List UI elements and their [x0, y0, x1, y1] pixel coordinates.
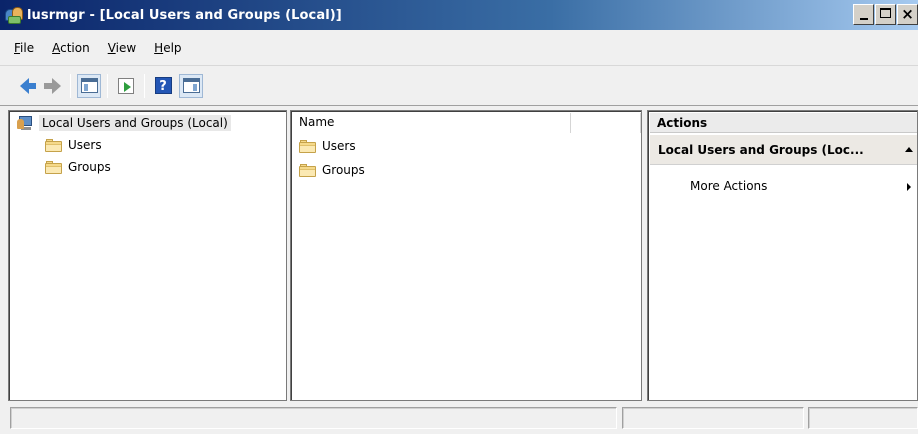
show-hide-console-tree-icon [80, 78, 98, 93]
close-icon: × [901, 5, 914, 23]
forward-arrow-icon [43, 77, 61, 94]
menu-action[interactable]: Action [52, 41, 90, 55]
minimize-button[interactable] [853, 4, 874, 25]
users-groups-app-icon [4, 5, 24, 25]
export-list-icon [118, 77, 134, 94]
forward-button[interactable] [40, 74, 64, 98]
help-button[interactable]: ? [151, 74, 175, 98]
more-actions-item[interactable]: More Actions [690, 179, 767, 193]
status-cell-2 [622, 407, 804, 429]
list-item-label: Users [322, 139, 356, 153]
folder-icon [45, 160, 62, 174]
show-hide-action-pane-icon [182, 78, 200, 93]
close-button[interactable]: × [897, 4, 918, 25]
actions-section-header[interactable]: Local Users and Groups (Loc... [650, 135, 917, 165]
menu-help[interactable]: Help [154, 41, 181, 55]
submenu-arrow-icon [907, 183, 911, 191]
tree-node-label: Users [68, 138, 102, 152]
actions-header: Actions [650, 113, 917, 133]
column-header-empty[interactable] [571, 113, 641, 133]
column-header-name[interactable]: Name [293, 113, 571, 133]
folder-icon [299, 139, 316, 153]
list-item-label: Groups [322, 163, 365, 177]
menu-view[interactable]: View [108, 41, 136, 55]
toolbar-separator [144, 73, 145, 98]
folder-icon [299, 163, 316, 177]
list-item-groups[interactable]: Groups [299, 160, 365, 180]
list-header: Name [293, 113, 641, 133]
help-icon: ? [154, 77, 172, 94]
show-hide-console-tree-button[interactable] [77, 73, 101, 98]
back-button[interactable] [12, 74, 36, 98]
tree-node-label: Groups [68, 160, 111, 174]
show-hide-action-pane-button[interactable] [179, 73, 203, 98]
menu-bar: File Action View Help [0, 30, 918, 66]
minimize-icon [860, 18, 868, 20]
toolbar-separator [70, 73, 71, 98]
actions-section-title: Local Users and Groups (Loc... [658, 143, 864, 157]
console-tree-pane[interactable]: Local Users and Groups (Local) Users Gro… [8, 110, 287, 401]
back-arrow-icon [19, 77, 36, 94]
window-title: lusrmgr - [Local Users and Groups (Local… [27, 7, 342, 23]
export-list-button[interactable] [114, 74, 138, 98]
list-item-users[interactable]: Users [299, 136, 356, 156]
toolbar: ? [0, 66, 918, 106]
menu-file[interactable]: File [14, 41, 34, 55]
status-cell-main [10, 407, 617, 429]
maximize-button[interactable] [875, 4, 896, 25]
maximize-icon [880, 8, 891, 18]
tree-node-users[interactable]: Users [45, 135, 102, 155]
result-list-pane[interactable]: Name Users Groups [290, 110, 642, 401]
status-cell-3 [808, 407, 918, 429]
collapse-up-icon[interactable] [905, 147, 913, 152]
folder-icon [45, 138, 62, 152]
title-bar[interactable]: lusrmgr - [Local Users and Groups (Local… [0, 0, 918, 30]
window-controls: × [853, 4, 918, 25]
tree-node-groups[interactable]: Groups [45, 157, 111, 177]
tree-root-label: Local Users and Groups (Local) [39, 115, 231, 131]
tree-root-node[interactable]: Local Users and Groups (Local) [17, 113, 231, 133]
status-bar [0, 405, 918, 434]
actions-pane: Actions Local Users and Groups (Loc... M… [647, 110, 918, 401]
toolbar-separator [107, 73, 108, 98]
computer-users-icon [17, 115, 35, 131]
